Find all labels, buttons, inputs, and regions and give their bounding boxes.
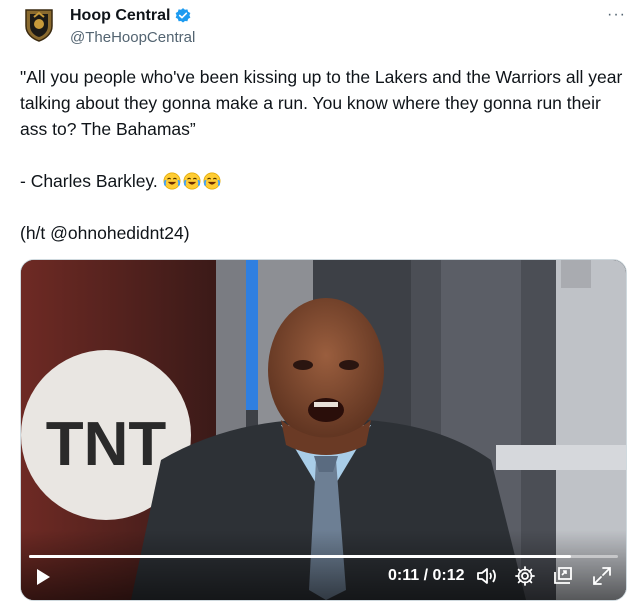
video-controls: 0:11 / 0:12 <box>21 530 626 600</box>
author-avatar[interactable] <box>20 6 58 44</box>
verified-badge-icon <box>176 8 191 23</box>
shield-logo-icon <box>25 9 53 42</box>
tweet-credit: (h/t @ohnohedidnt24) <box>20 223 190 243</box>
video-player[interactable]: TNT 0:11 / 0:12 <box>20 259 627 601</box>
video-time-display: 0:11 / 0:12 <box>388 567 465 584</box>
tweet-card: Hoop Central @TheHoopCentral ··· "All yo… <box>0 0 640 603</box>
tweet-header: Hoop Central @TheHoopCentral <box>70 6 195 48</box>
volume-icon[interactable] <box>476 566 498 586</box>
video-progress-bar[interactable] <box>29 555 618 558</box>
laughing-crying-emoji-icon <box>163 172 181 190</box>
author-handle[interactable]: @TheHoopCentral <box>70 28 195 48</box>
play-icon[interactable] <box>35 568 51 586</box>
picture-in-picture-icon[interactable] <box>553 566 573 586</box>
tnt-logo: TNT <box>46 410 167 479</box>
laughing-crying-emoji-icon <box>183 172 201 190</box>
tweet-body: "All you people who've been kissing up t… <box>20 64 630 246</box>
tweet-attribution: - Charles Barkley. <box>20 171 158 191</box>
laughing-crying-emoji-icon <box>203 172 221 190</box>
laughing-crying-emoji-group <box>163 171 223 191</box>
settings-icon[interactable] <box>515 566 535 586</box>
fullscreen-icon[interactable] <box>592 566 612 586</box>
author-display-name[interactable]: Hoop Central <box>70 6 170 26</box>
tweet-quote: "All you people who've been kissing up t… <box>20 67 628 139</box>
video-progress-fill <box>29 555 571 558</box>
more-options-icon[interactable]: ··· <box>607 6 626 24</box>
